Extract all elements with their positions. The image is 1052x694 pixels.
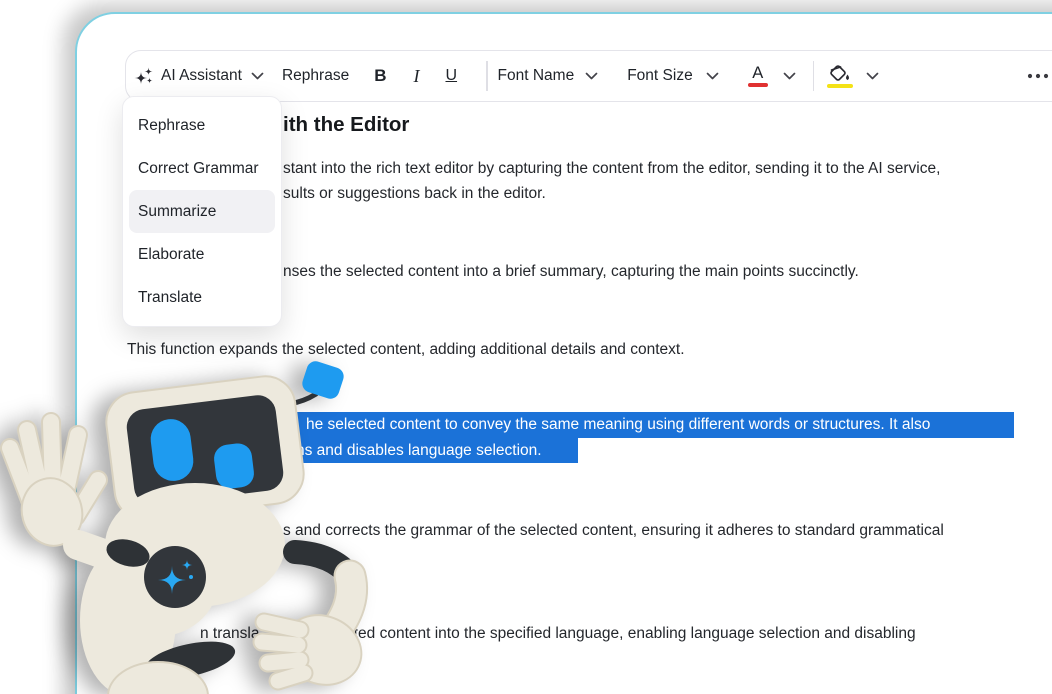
rephrase-action-button[interactable]: Rephrase bbox=[282, 67, 349, 85]
menu-item-rephrase[interactable]: Rephrase bbox=[129, 104, 275, 147]
robot-right-hand bbox=[262, 552, 371, 694]
chevron-down-icon bbox=[251, 72, 264, 80]
document-heading: ith the Editor bbox=[283, 113, 409, 137]
screenshot-stage: AI Assistant Rephrase B I U Font Name Fo… bbox=[0, 0, 1052, 694]
editor-text-line: s and corrects the grammar of the select… bbox=[283, 518, 944, 543]
chevron-down-icon[interactable] bbox=[585, 72, 598, 80]
robot-chest-sparkle bbox=[144, 546, 206, 608]
editor-text-line: nses the selected content into a brief s… bbox=[283, 259, 859, 284]
robot-eye-right bbox=[212, 442, 255, 490]
more-options-button ellipsis-icon[interactable] bbox=[1027, 73, 1051, 79]
text-color-label: A bbox=[752, 65, 763, 81]
ai-assistant-menu: Rephrase Correct Grammar Summarize Elabo… bbox=[122, 96, 282, 327]
editor-toolbar: AI Assistant Rephrase B I U Font Name Fo… bbox=[125, 50, 1052, 102]
italic-button[interactable]: I bbox=[413, 66, 419, 87]
chevron-down-icon[interactable] bbox=[866, 72, 879, 80]
highlight-color-button[interactable] bbox=[827, 64, 853, 88]
bold-button[interactable]: B bbox=[374, 66, 386, 86]
underline-button[interactable]: U bbox=[445, 67, 457, 85]
ai-assistant-label: AI Assistant bbox=[161, 67, 242, 85]
toolbar-divider bbox=[813, 61, 815, 91]
text-color-button[interactable]: A bbox=[748, 65, 768, 87]
font-size-dropdown[interactable]: Font Size bbox=[627, 67, 692, 85]
menu-item-elaborate[interactable]: Elaborate bbox=[129, 233, 275, 276]
chevron-down-icon[interactable] bbox=[706, 72, 719, 80]
editor-text-line: sults or suggestions back in the editor. bbox=[283, 181, 546, 206]
menu-item-correct-grammar[interactable]: Correct Grammar bbox=[129, 147, 275, 190]
editor-text-line: stant into the rich text editor by captu… bbox=[283, 156, 940, 181]
sparkles-icon bbox=[134, 66, 154, 86]
selected-text-line: he selected content to convey the same m… bbox=[306, 412, 930, 438]
toolbar-divider bbox=[486, 61, 488, 91]
editor-text-line: he selected content into the specified l… bbox=[296, 621, 916, 646]
menu-item-translate[interactable]: Translate bbox=[129, 276, 275, 319]
text-color-swatch bbox=[748, 83, 768, 87]
font-name-dropdown[interactable]: Font Name bbox=[498, 67, 575, 85]
chevron-down-icon[interactable] bbox=[783, 72, 796, 80]
ai-assistant-button[interactable]: AI Assistant bbox=[134, 66, 264, 86]
menu-item-summarize[interactable]: Summarize bbox=[129, 190, 275, 233]
paint-bucket-icon bbox=[827, 64, 853, 82]
ai-robot-mascot bbox=[0, 350, 380, 694]
highlight-color-swatch bbox=[827, 84, 853, 88]
